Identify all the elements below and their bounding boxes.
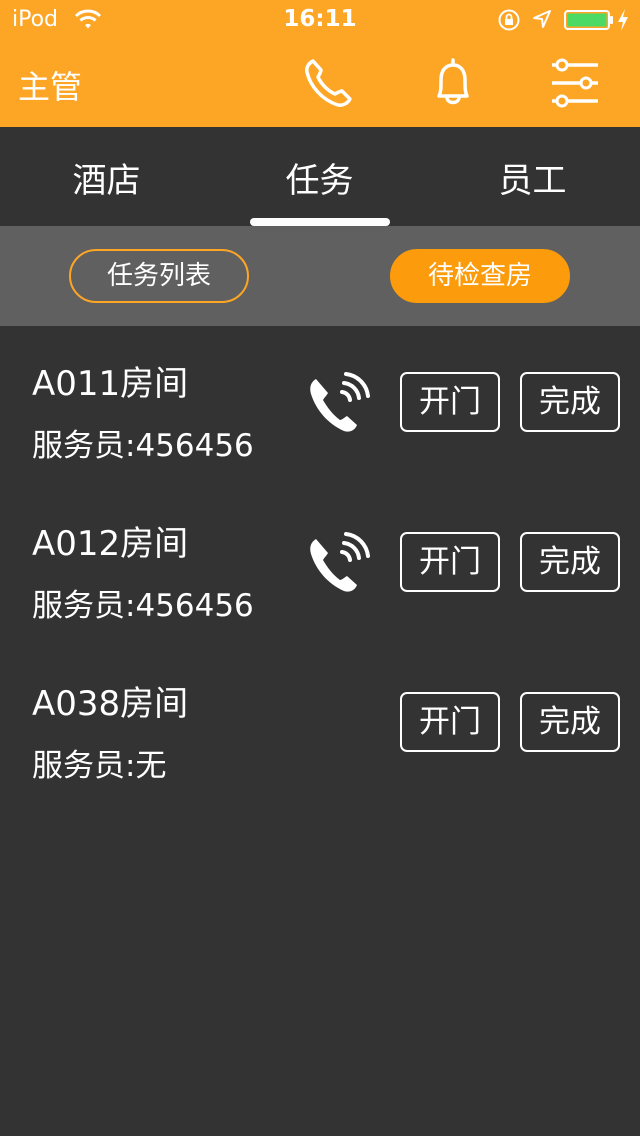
attendant-label: 服务员:456456 <box>32 588 254 624</box>
filter-bar: 任务列表 待检查房 <box>0 226 640 326</box>
pending-inspection-button[interactable]: 待检查房 <box>390 249 570 303</box>
room-name: A038房间 <box>32 684 189 724</box>
phone-calling-icon[interactable] <box>306 530 372 596</box>
tab-bar: 酒店 任务 员工 <box>0 127 640 219</box>
complete-button[interactable]: 完成 <box>520 372 620 432</box>
charging-bolt-icon <box>618 9 628 31</box>
settings-sliders-icon[interactable] <box>550 56 604 110</box>
tab-staff[interactable]: 员工 <box>426 153 639 202</box>
tab-task[interactable]: 任务 <box>213 153 426 202</box>
open-door-button[interactable]: 开门 <box>400 692 500 752</box>
list-item: A038房间 服务员:无 开门 完成 <box>0 646 640 806</box>
list-item: A012房间 服务员:456456 开门 完成 <box>0 486 640 646</box>
status-bar: iPod 16:11 <box>0 0 640 40</box>
complete-button[interactable]: 完成 <box>520 692 620 752</box>
page-title: 主管 <box>18 68 83 106</box>
tab-hotel[interactable]: 酒店 <box>0 153 213 202</box>
header-bar: iPod 16:11 主管 <box>0 0 640 127</box>
battery-icon <box>564 10 613 30</box>
attendant-label: 服务员:无 <box>32 748 167 784</box>
location-arrow-icon <box>533 10 551 28</box>
open-door-button[interactable]: 开门 <box>400 372 500 432</box>
complete-button[interactable]: 完成 <box>520 532 620 592</box>
task-list-button[interactable]: 任务列表 <box>69 249 249 303</box>
tab-selected-indicator <box>250 218 390 226</box>
phone-icon[interactable] <box>302 56 356 110</box>
open-door-button[interactable]: 开门 <box>400 532 500 592</box>
phone-calling-icon[interactable] <box>306 370 372 436</box>
rotation-lock-icon <box>498 9 520 31</box>
attendant-label: 服务员:456456 <box>32 428 254 464</box>
room-name: A011房间 <box>32 364 189 404</box>
bell-icon[interactable] <box>426 56 480 110</box>
list-item: A011房间 服务员:456456 开门 完成 <box>0 326 640 486</box>
room-name: A012房间 <box>32 524 189 564</box>
